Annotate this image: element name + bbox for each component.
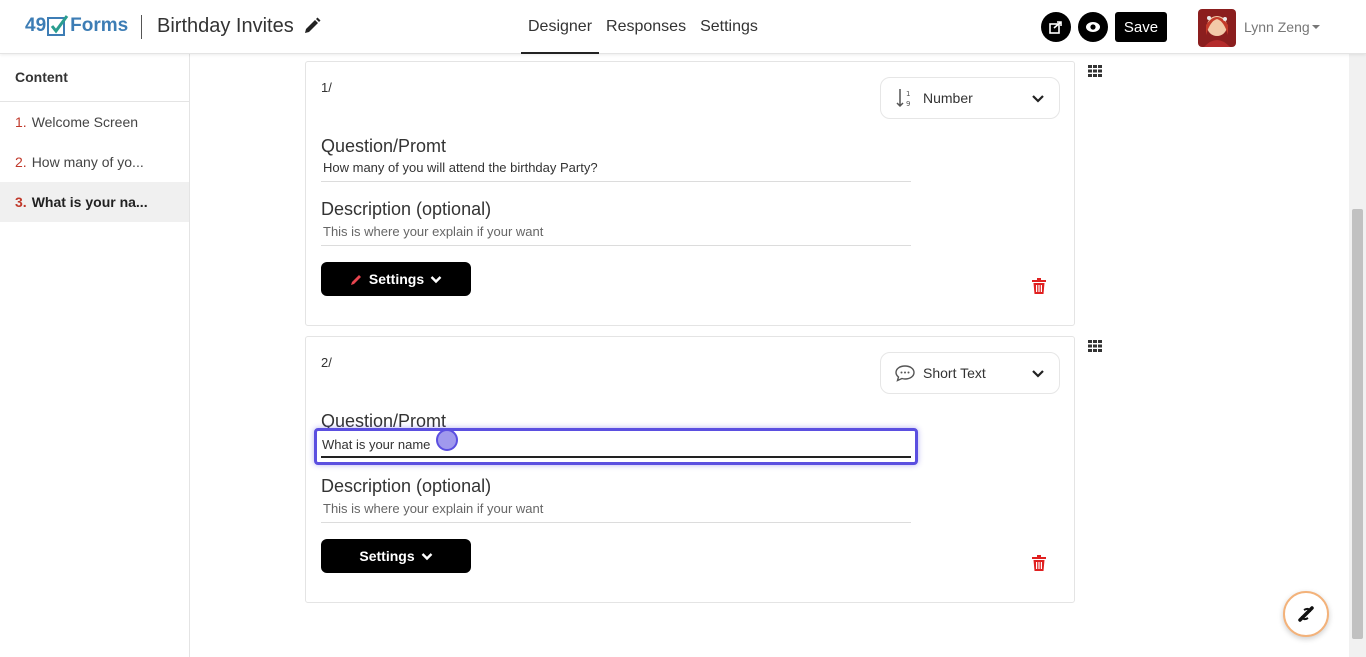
user-avatar[interactable]: [1198, 9, 1236, 47]
user-menu-caret-icon[interactable]: [1312, 25, 1320, 29]
chevron-down-icon: [1032, 370, 1044, 378]
pencil-icon: [350, 274, 361, 285]
chevron-down-icon: [421, 553, 432, 561]
vertical-scrollbar[interactable]: [1349, 54, 1366, 657]
chevron-down-icon: [430, 276, 442, 284]
edit-title-pencil-icon[interactable]: [303, 17, 321, 35]
settings-button-label: Settings: [368, 271, 425, 287]
form-title: Birthday Invites: [157, 15, 294, 37]
question-card-1: 1/ 1 9 Number Question/Promt How many of…: [305, 61, 1075, 326]
delete-trash-icon[interactable]: [1032, 278, 1046, 294]
tab-designer[interactable]: Designer: [521, 0, 600, 54]
share-icon: [1049, 21, 1062, 34]
sidebar-item-number: 3.: [15, 194, 27, 210]
drag-grid-icon[interactable]: [1088, 340, 1102, 352]
prompt-input-focused[interactable]: What is your name: [314, 428, 918, 465]
prompt-input-value: What is your name: [322, 437, 431, 452]
question-number: 2/: [321, 355, 332, 370]
main-nav: Designer Responses Settings: [521, 0, 765, 54]
tab-responses[interactable]: Responses: [599, 0, 693, 54]
prompt-label: Question/Promt: [321, 136, 447, 156]
question-type-label: Number: [923, 90, 973, 106]
app-logo[interactable]: 49 Forms: [25, 13, 128, 39]
sidebar-item-question-1[interactable]: 2. How many of yo...: [0, 142, 189, 182]
eye-icon: [1086, 22, 1100, 32]
logo-check-icon: [47, 14, 69, 38]
app-header: 49 Forms Birthday Invites Designer Respo…: [0, 0, 1366, 54]
mouse-cursor-indicator: [436, 429, 458, 451]
logo-text: Forms: [70, 15, 129, 36]
sidebar-item-number: 2.: [15, 154, 27, 170]
header-divider: [141, 15, 142, 39]
sidebar-item-label: What is your na...: [31, 194, 148, 210]
question-type-select[interactable]: Short Text: [880, 352, 1060, 394]
scrollbar-thumb[interactable]: [1352, 209, 1363, 639]
sidebar-item-label: How many of yo...: [31, 154, 144, 170]
svg-text:9: 9: [906, 100, 910, 108]
description-label: Description (optional): [321, 476, 492, 496]
number-sort-icon: 1 9: [895, 88, 915, 108]
question-type-label: Short Text: [923, 365, 986, 381]
sidebar-item-question-2[interactable]: 3. What is your na...: [0, 182, 189, 222]
delete-trash-icon[interactable]: [1032, 555, 1046, 571]
content-sidebar: Content 1. Welcome Screen 2. How many of…: [0, 54, 190, 657]
prompt-input[interactable]: How many of you will attend the birthday…: [321, 160, 911, 182]
save-button[interactable]: Save: [1115, 12, 1167, 42]
preview-button[interactable]: [1078, 12, 1108, 42]
question-card-2: 2/ Short Text Question/Promt What is you…: [305, 336, 1075, 603]
drag-grid-icon[interactable]: [1088, 65, 1102, 77]
description-input[interactable]: This is where your explain if your want: [321, 224, 911, 246]
chevron-down-icon: [1032, 95, 1044, 103]
share-button[interactable]: [1041, 12, 1071, 42]
question-type-select[interactable]: 1 9 Number: [880, 77, 1060, 119]
sidebar-item-number: 1.: [15, 114, 27, 130]
description-input[interactable]: This is where your explain if your want: [321, 501, 911, 523]
description-label: Description (optional): [321, 199, 492, 219]
wand-icon: [1298, 606, 1314, 622]
settings-button-label: Settings: [359, 548, 415, 564]
tab-settings[interactable]: Settings: [693, 0, 765, 54]
logo-number: 49: [25, 15, 47, 36]
sidebar-item-welcome-screen[interactable]: 1. Welcome Screen: [0, 102, 189, 142]
sidebar-title: Content: [0, 54, 189, 102]
input-underline: [321, 456, 911, 458]
speech-bubble-icon: [895, 363, 915, 383]
help-fab-button[interactable]: [1283, 591, 1329, 637]
question-number: 1/: [321, 80, 332, 95]
svg-text:1: 1: [906, 90, 910, 98]
user-name[interactable]: Lynn Zeng: [1244, 19, 1310, 35]
settings-button[interactable]: Settings: [321, 262, 471, 296]
sidebar-item-label: Welcome Screen: [31, 114, 139, 130]
settings-button[interactable]: Settings: [321, 539, 471, 573]
